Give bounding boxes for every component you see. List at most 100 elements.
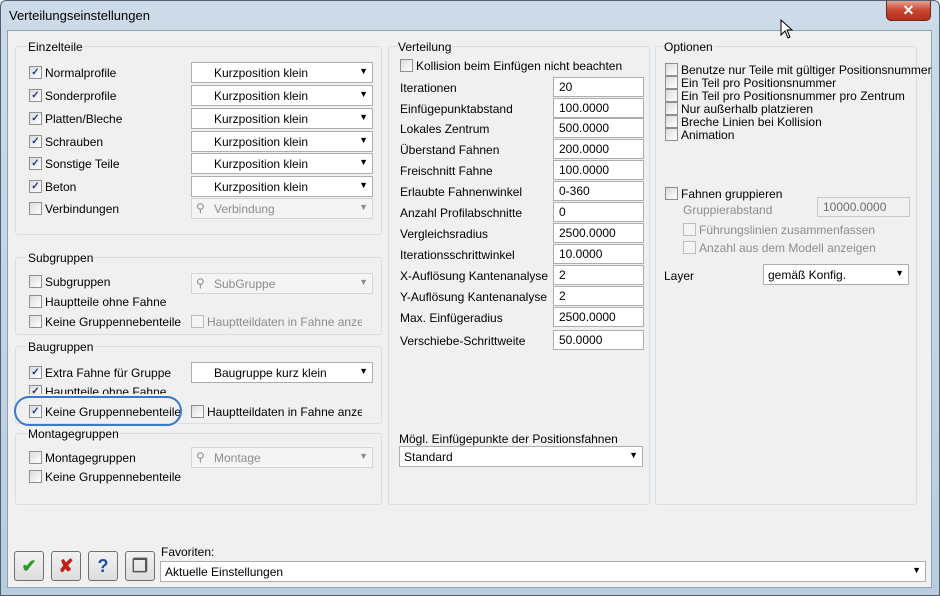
verteilung-field-label: Max. Einfügeradius: [400, 311, 503, 325]
einzelteil-checkbox[interactable]: ✓: [29, 89, 42, 102]
chevron-down-icon: ▼: [359, 180, 368, 190]
bau-hauptteile-clip: ✓ Hauptteile ohne Fahne: [29, 385, 169, 394]
verteilung-field-input[interactable]: 10.0000: [553, 244, 644, 264]
verteilung-field-input[interactable]: 100.0000: [553, 160, 644, 180]
sub-hauptteildaten-checkbox: [191, 315, 204, 328]
anzahl-modell-checkbox: [683, 241, 696, 254]
document-icon: ❐: [131, 556, 149, 576]
chevron-down-icon: ▼: [359, 451, 368, 461]
einzelteil-checkbox[interactable]: [29, 202, 42, 215]
verteilung-field-input[interactable]: 500.0000: [553, 118, 644, 138]
layer-label: Layer: [664, 269, 695, 283]
bau-hauptteile-ohne-fahne-label: Hauptteile ohne Fahne: [45, 385, 167, 394]
verteilung-field-input[interactable]: 2500.0000: [553, 223, 644, 243]
ok-button[interactable]: ✔: [14, 551, 44, 581]
einzelteil-combo[interactable]: Kurzposition klein ▼: [191, 108, 373, 129]
window-title: Verteilungseinstellungen: [9, 8, 150, 23]
bau-hauptteildaten-label: Hauptteildaten in Fahne anzeigen: [207, 405, 362, 419]
einzelteil-combo[interactable]: Kurzposition klein ▼: [191, 176, 373, 197]
sub-keine-gruppennebenteile-checkbox[interactable]: [29, 315, 42, 328]
einzelteil-combo[interactable]: Kurzposition klein ▼: [191, 85, 373, 106]
favoriten-combo[interactable]: Aktuelle Einstellungen ▼: [160, 561, 926, 582]
option-checkbox[interactable]: [665, 89, 678, 102]
subgruppen-title: Subgruppen: [27, 251, 95, 265]
option-label: Nur außerhalb platzieren: [681, 102, 814, 116]
baugruppe-combo[interactable]: Baugruppe kurz klein ▼: [191, 362, 373, 383]
verteilung-field-label: Verschiebe-Schrittweite: [400, 334, 526, 348]
einzelteil-checkbox[interactable]: ✓: [29, 180, 42, 193]
chevron-down-icon: ▼: [359, 157, 368, 167]
option-checkbox[interactable]: [665, 115, 678, 128]
fuehrungslinien-label: Führungslinien zusammenfassen: [699, 223, 876, 237]
chevron-down-icon: ▼: [629, 450, 638, 460]
einzelteil-combo[interactable]: Kurzposition klein ▼: [191, 62, 373, 83]
extra-fahne-checkbox[interactable]: ✓: [29, 366, 42, 379]
option-checkbox[interactable]: [665, 102, 678, 115]
wrench-icon: ⚲: [196, 276, 205, 290]
einzelteil-checkbox[interactable]: ✓: [29, 112, 42, 125]
option-checkbox[interactable]: [665, 63, 678, 76]
einzelteil-label: Platten/Bleche: [45, 112, 123, 126]
layer-combo[interactable]: gemäß Konfig. ▼: [763, 264, 909, 285]
einzelteil-combo[interactable]: Kurzposition klein ▼: [191, 153, 373, 174]
mouse-cursor-icon: [780, 19, 794, 39]
einzelteil-checkbox[interactable]: ✓: [29, 135, 42, 148]
chevron-down-icon: ▼: [359, 135, 368, 145]
gruppierabstand-label: Gruppierabstand: [683, 203, 773, 217]
sub-hauptteile-ohne-fahne-checkbox[interactable]: [29, 295, 42, 308]
verteilung-field-label: Anzahl Profilabschnitte: [400, 206, 523, 220]
moegl-combo[interactable]: Standard ▼: [399, 446, 643, 467]
verteilung-field-input[interactable]: 200.0000: [553, 139, 644, 159]
verteilung-field-label: Freischnitt Fahne: [400, 164, 493, 178]
verteilung-field-label: Lokales Zentrum: [400, 122, 490, 136]
chevron-down-icon: ▼: [359, 66, 368, 76]
bau-hauptteile-ohne-fahne-checkbox[interactable]: ✓: [29, 385, 42, 394]
mont-keine-gruppennebenteile-checkbox[interactable]: [29, 470, 42, 483]
verteilung-field-input[interactable]: 0-360: [553, 181, 644, 201]
sub-hauptteildaten-label: Hauptteildaten in Fahne anzeigen: [207, 315, 362, 329]
einzelteil-checkbox[interactable]: ✓: [29, 157, 42, 170]
verteilung-field-input[interactable]: 0: [553, 202, 644, 222]
sub-hauptteile-ohne-fahne-label: Hauptteile ohne Fahne: [45, 295, 167, 309]
verteilung-field-input[interactable]: 2: [553, 286, 644, 306]
einzelteil-label: Beton: [45, 180, 77, 194]
montagegruppen-label: Montagegruppen: [45, 451, 136, 465]
option-checkbox[interactable]: [665, 128, 678, 141]
montagegruppen-group: [15, 433, 382, 505]
einzelteil-combo[interactable]: Kurzposition klein ▼: [191, 131, 373, 152]
verteilung-field-input[interactable]: 20: [553, 77, 644, 97]
montagegruppen-checkbox[interactable]: [29, 451, 42, 464]
kollision-label: Kollision beim Einfügen nicht beachten: [416, 59, 623, 73]
verteilung-field-input[interactable]: 100.0000: [553, 98, 644, 118]
chevron-down-icon: ▼: [912, 565, 921, 575]
option-label: Ein Teil pro Positionsnummer: [681, 76, 837, 90]
verteilung-field-label: Iterationen: [400, 81, 457, 95]
gruppierabstand-field: 10000.0000: [817, 197, 910, 217]
verteilung-field-input[interactable]: 2500.0000: [553, 307, 644, 327]
optionen-title: Optionen: [663, 40, 714, 54]
help-button[interactable]: ?: [88, 551, 118, 581]
verteilung-field-input[interactable]: 2: [553, 265, 644, 285]
title-bar[interactable]: Verteilungseinstellungen ✕: [1, 1, 939, 31]
bau-hauptteildaten-checkbox[interactable]: [191, 405, 204, 418]
einzelteil-checkbox[interactable]: ✓: [29, 66, 42, 79]
close-button[interactable]: ✕: [886, 1, 931, 21]
verteilung-field-input[interactable]: 50.0000: [553, 330, 644, 350]
cancel-button[interactable]: ✘: [51, 551, 81, 581]
verteilung-field-label: X-Auflösung Kantenanalyse: [400, 269, 549, 283]
option-checkbox[interactable]: [665, 76, 678, 89]
chevron-down-icon: ▼: [895, 268, 904, 278]
checkmark-icon: ✔: [21, 556, 37, 576]
wrench-icon: ⚲: [196, 201, 205, 215]
kollision-checkbox[interactable]: [400, 59, 413, 72]
fahnen-gruppieren-checkbox[interactable]: [665, 187, 678, 200]
option-label: Ein Teil pro Positionsnummer pro Zentrum: [681, 89, 905, 103]
subgruppen-checkbox[interactable]: [29, 275, 42, 288]
option-label: Animation: [681, 128, 735, 142]
montagegruppen-title: Montagegruppen: [27, 427, 120, 441]
extra-fahne-label: Extra Fahne für Gruppe: [45, 366, 172, 380]
copy-button[interactable]: ❐: [125, 551, 155, 581]
verteilung-field-label: Überstand Fahnen: [400, 143, 500, 157]
moegl-label: Mögl. Einfügepunkte der Positionsfahnen: [399, 432, 618, 446]
chevron-down-icon: ▼: [359, 112, 368, 122]
